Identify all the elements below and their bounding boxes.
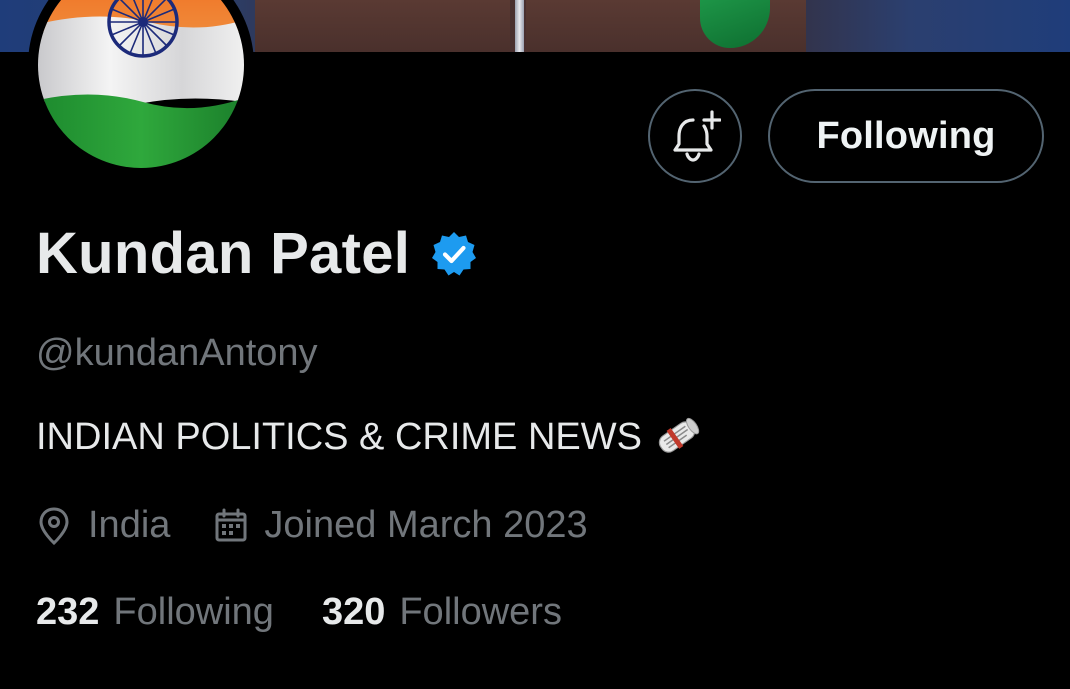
followers-stat-link[interactable]: 320 Followers <box>322 591 562 634</box>
notifications-button[interactable] <box>648 89 742 183</box>
location-pin-icon <box>39 506 69 545</box>
join-date: Joined March 2023 <box>214 504 588 547</box>
followers-label: Followers <box>399 591 562 633</box>
following-count: 232 <box>36 591 100 633</box>
follow-stats: 232 Following 320 Followers <box>36 591 562 634</box>
profile-meta: India Joined March 2023 <box>36 504 588 547</box>
bell-plus-icon <box>673 110 721 162</box>
join-date-text: Joined March 2023 <box>264 504 588 546</box>
banner-panel-left <box>255 0 510 52</box>
banner-flagpole <box>515 0 524 52</box>
display-name: Kundan Patel <box>36 221 411 286</box>
followers-count: 320 <box>321 591 386 633</box>
following-button[interactable]: Following <box>768 89 1044 183</box>
bio: INDIAN POLITICS & CRIME NEWS <box>36 414 702 460</box>
avatar[interactable] <box>28 0 254 178</box>
calendar-icon <box>215 508 247 541</box>
following-label: Following <box>113 591 274 633</box>
location-text: India <box>88 504 171 546</box>
rolled-up-newspaper-icon <box>658 417 700 453</box>
bio-text: INDIAN POLITICS & CRIME NEWS <box>36 415 642 458</box>
avatar-indian-flag-image <box>38 0 244 168</box>
username-handle: @kundanAntony <box>36 332 318 374</box>
name-row: Kundan Patel <box>36 220 478 287</box>
verified-badge-icon[interactable] <box>430 230 478 278</box>
location: India <box>36 504 170 547</box>
following-stat-link[interactable]: 232 Following <box>36 591 274 634</box>
profile-page: Following Kundan Patel @kundanAntony IND… <box>0 0 1070 689</box>
